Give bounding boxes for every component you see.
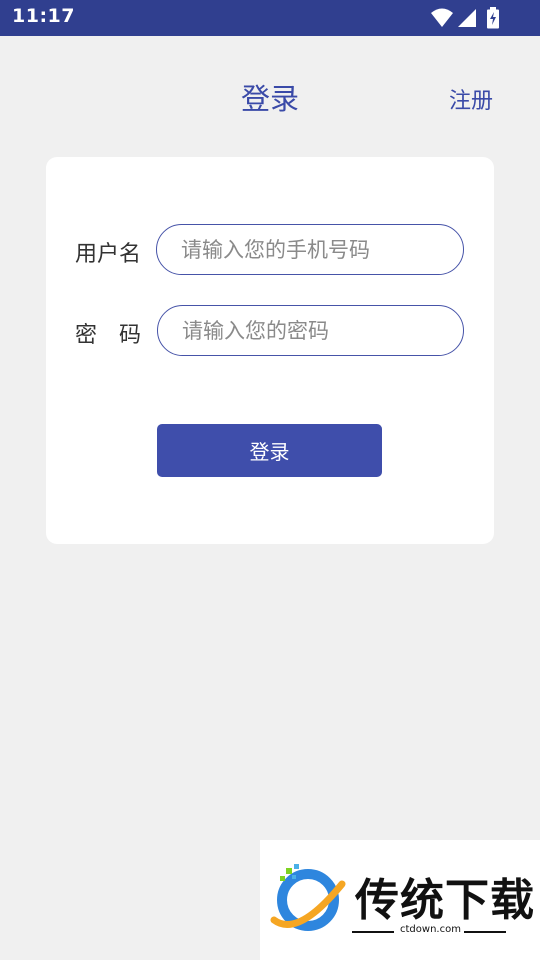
cell-signal-icon	[458, 9, 476, 27]
register-link[interactable]: 注册	[449, 83, 493, 115]
ctdown-logo-icon	[270, 864, 346, 931]
password-input[interactable]	[157, 305, 464, 356]
watermark: 传统下载 ctdown.com	[260, 840, 540, 960]
battery-charging-icon	[487, 7, 499, 29]
watermark-brand: 传统下载	[355, 875, 535, 926]
watermark-divider-right	[464, 931, 506, 933]
username-input[interactable]	[156, 224, 464, 275]
username-label: 用户名	[75, 242, 142, 267]
password-label: 密 码	[75, 323, 142, 348]
watermark-divider-left	[352, 931, 394, 933]
login-card: 用户名 密 码 登录	[46, 157, 494, 544]
login-button[interactable]: 登录	[157, 424, 382, 477]
status-bar: 11:17	[0, 0, 540, 36]
watermark-url: ctdown.com	[400, 924, 461, 935]
wifi-icon	[431, 8, 453, 27]
watermark-url-row: ctdown.com	[352, 924, 512, 938]
status-time: 11:17	[12, 5, 75, 27]
